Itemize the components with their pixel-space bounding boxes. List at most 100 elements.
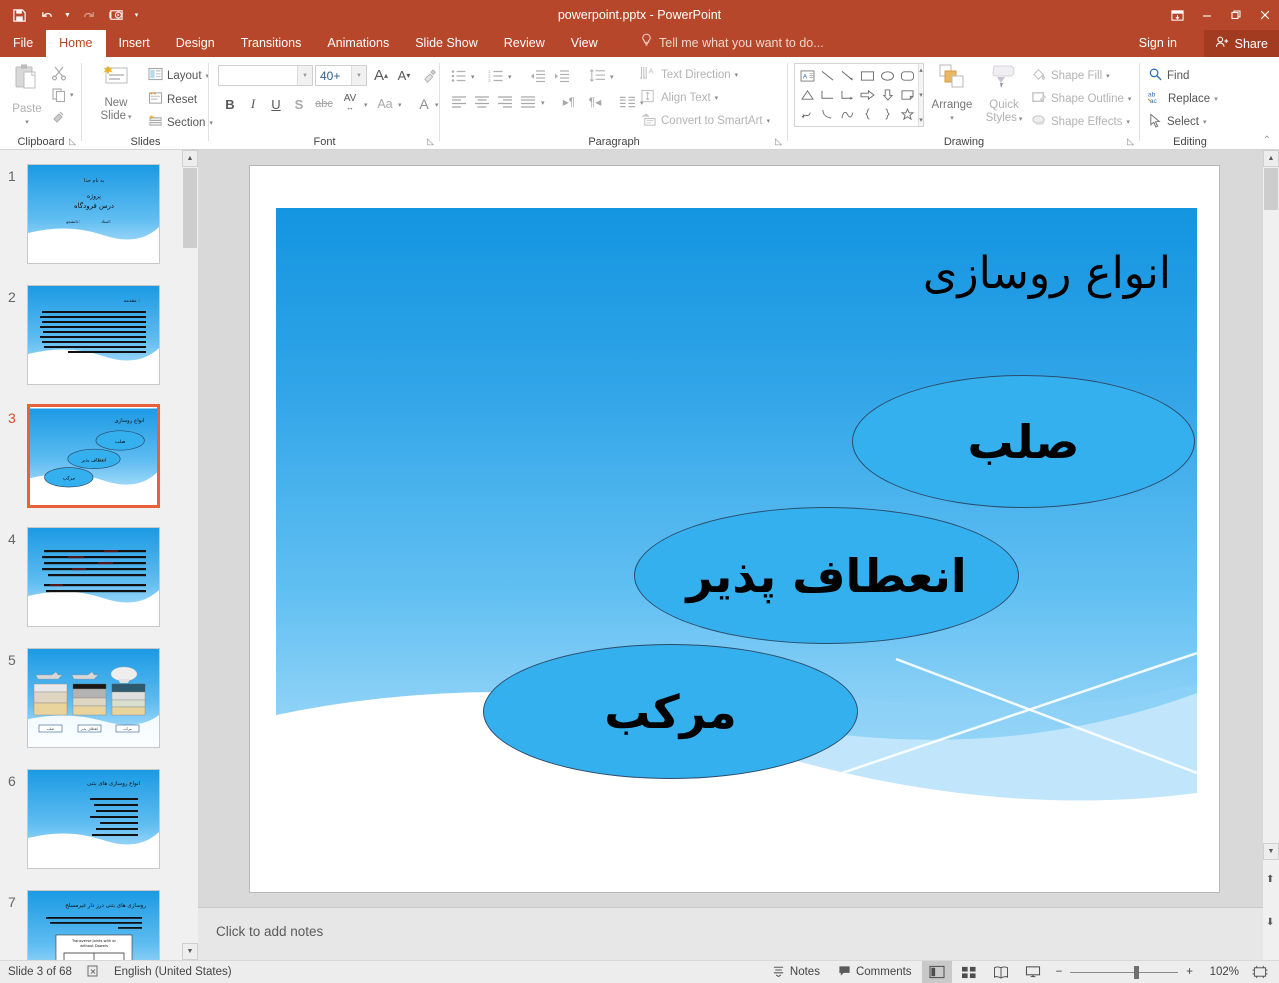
drawing-dialog-launcher[interactable]: ◺ [1127, 136, 1134, 147]
layout-button[interactable]: Layout ▾ [148, 67, 209, 84]
font-size-input[interactable]: 40+ ▼ [315, 65, 367, 86]
shape-rounded-rectangle-icon[interactable] [897, 66, 917, 85]
tab-view[interactable]: View [558, 30, 611, 57]
tab-transitions[interactable]: Transitions [228, 30, 315, 57]
thumbnail-image-7[interactable]: روسازی های بتنی درز دار غیرمسلح Transver… [27, 890, 160, 960]
select-button[interactable]: Select ▾ [1148, 113, 1206, 131]
close-button[interactable] [1250, 0, 1279, 30]
tell-me-search[interactable]: Tell me what you want to do... [640, 30, 824, 57]
increase-list-level-button[interactable] [551, 66, 573, 86]
character-spacing-dropdown-icon[interactable]: ▾ [364, 101, 368, 109]
change-case-dropdown-icon[interactable]: ▾ [398, 101, 402, 109]
thumbnail-scroll-thumb[interactable] [183, 168, 197, 248]
slide-oval-composite[interactable]: مرکب [483, 644, 858, 779]
shape-scribble-icon[interactable] [797, 104, 817, 123]
line-spacing-button[interactable] [585, 66, 609, 86]
shapes-scroll-up-icon[interactable]: ▴ [919, 66, 923, 74]
shape-arrow-icon[interactable] [837, 66, 857, 85]
slide-counter[interactable]: Slide 3 of 68 [8, 966, 72, 978]
notes-placeholder[interactable]: Click to add notes [216, 924, 323, 939]
zoom-level[interactable]: 102% [1201, 966, 1243, 978]
cut-button[interactable] [48, 63, 70, 83]
text-shadow-button[interactable]: S [288, 93, 310, 115]
tab-design[interactable]: Design [163, 30, 228, 57]
font-dialog-launcher[interactable]: ◺ [427, 136, 434, 147]
notes-pane[interactable]: Click to add notes [198, 907, 1263, 960]
zoom-in-button[interactable]: + [1180, 961, 1199, 983]
decrease-font-size-button[interactable]: A ▾ [393, 65, 415, 86]
shape-outline-button[interactable]: Shape Outline ▾ [1031, 90, 1131, 108]
start-from-beginning-icon[interactable] [103, 2, 129, 28]
arrange-button[interactable]: Arrange ▾ [926, 63, 978, 125]
columns-button[interactable] [615, 92, 639, 112]
thumbnail-slide-4[interactable]: 4 [0, 521, 182, 631]
share-button[interactable]: Share [1203, 30, 1279, 57]
zoom-out-button[interactable]: − [1050, 961, 1069, 983]
numbering-dropdown-icon[interactable]: ▾ [508, 73, 512, 81]
bullets-dropdown-icon[interactable]: ▾ [471, 73, 475, 81]
shape-rectangle-icon[interactable] [857, 66, 877, 85]
clipboard-dialog-launcher[interactable]: ◺ [69, 136, 76, 147]
slide-thumbnail-pane[interactable]: 1 به نام خدا پروژه درس فرودگاه استاد: دا… [0, 150, 198, 960]
redo-icon[interactable] [75, 2, 101, 28]
thumbnail-image-1[interactable]: به نام خدا پروژه درس فرودگاه استاد: دانش… [27, 164, 160, 264]
slide-pane-scrollbar[interactable]: ▲ ▼ ⬆ ⬇ [1263, 150, 1279, 960]
shape-elbow-arrow-icon[interactable] [837, 85, 857, 104]
zoom-slider-handle[interactable] [1134, 965, 1140, 979]
shapes-gallery-scrollbar[interactable]: ▴ ▾ ▾ [918, 64, 923, 126]
shape-folded-corner-icon[interactable] [897, 85, 917, 104]
reset-button[interactable]: Reset [148, 91, 197, 108]
rtl-text-direction-button[interactable]: ¶◂ [583, 92, 607, 112]
thumbnail-slide-5[interactable]: 5 صلب انعطاف پذیر مرکب [0, 642, 182, 752]
align-dropdown-icon[interactable]: ▾ [541, 99, 545, 107]
font-color-button[interactable]: A [414, 93, 434, 115]
bold-button[interactable]: B [219, 93, 241, 115]
shape-curve-icon[interactable] [817, 104, 837, 123]
tab-home[interactable]: Home [46, 30, 106, 57]
undo-icon[interactable] [34, 2, 60, 28]
thumbnail-image-5[interactable]: صلب انعطاف پذیر مرکب [27, 648, 160, 748]
shape-left-brace-icon[interactable] [857, 104, 877, 123]
slide-sorter-view-button[interactable] [954, 961, 984, 983]
shape-text-box-icon[interactable]: A [797, 66, 817, 85]
new-slide-button[interactable]: New Slide ▾ [92, 63, 140, 124]
shape-elbow-connector-icon[interactable] [817, 85, 837, 104]
slide-oval-rigid[interactable]: صلب [852, 375, 1195, 508]
numbering-button[interactable]: 123 [485, 66, 507, 86]
paste-button[interactable]: Paste ▾ [4, 63, 50, 129]
slide-title[interactable]: انواع روسازی [571, 248, 1171, 301]
normal-view-button[interactable] [921, 961, 952, 983]
format-painter-button[interactable] [48, 107, 70, 127]
shape-oval-icon[interactable] [877, 66, 897, 85]
next-slide-button[interactable]: ⬇ [1266, 917, 1274, 928]
shape-down-arrow-icon[interactable] [877, 85, 897, 104]
underline-button[interactable]: U [265, 93, 287, 115]
ribbon-display-options-icon[interactable] [1163, 0, 1192, 30]
slide-show-view-button[interactable] [1018, 961, 1048, 983]
font-name-dropdown-icon[interactable]: ▼ [297, 66, 312, 85]
reading-view-button[interactable] [986, 961, 1016, 983]
notes-toggle-button[interactable]: Notes [764, 961, 828, 983]
align-left-button[interactable] [448, 92, 470, 112]
thumbnail-slide-1[interactable]: 1 به نام خدا پروژه درس فرودگاه استاد: دا… [0, 158, 182, 268]
proofing-errors-icon[interactable] [86, 964, 100, 981]
line-spacing-dropdown-icon[interactable]: ▾ [610, 73, 614, 81]
slide-frame[interactable]: انواع روسازی صلب انعطاف پذیر مرکب [249, 165, 1220, 893]
center-button[interactable] [471, 92, 493, 112]
thumbnail-slide-7[interactable]: 7 روسازی های بتنی درز دار غیرمسلح Transv… [0, 884, 182, 960]
shape-fill-button[interactable]: Shape Fill ▾ [1031, 67, 1110, 85]
shape-right-arrow-icon[interactable] [857, 85, 877, 104]
restore-button[interactable] [1221, 0, 1250, 30]
previous-slide-button[interactable]: ⬆ [1266, 874, 1274, 885]
find-button[interactable]: Find [1148, 67, 1189, 85]
paste-dropdown-icon[interactable]: ▾ [4, 116, 50, 129]
slide-scroll-thumb[interactable] [1264, 168, 1278, 210]
tab-slide-show[interactable]: Slide Show [402, 30, 491, 57]
replace-button[interactable]: ab ac Replace ▾ [1147, 90, 1218, 108]
font-color-dropdown-icon[interactable]: ▾ [435, 101, 439, 109]
shape-triangle-icon[interactable] [797, 85, 817, 104]
shape-right-brace-icon[interactable] [877, 104, 897, 123]
decrease-list-level-button[interactable] [527, 66, 549, 86]
comments-toggle-button[interactable]: Comments [830, 961, 920, 983]
save-icon[interactable] [6, 2, 32, 28]
